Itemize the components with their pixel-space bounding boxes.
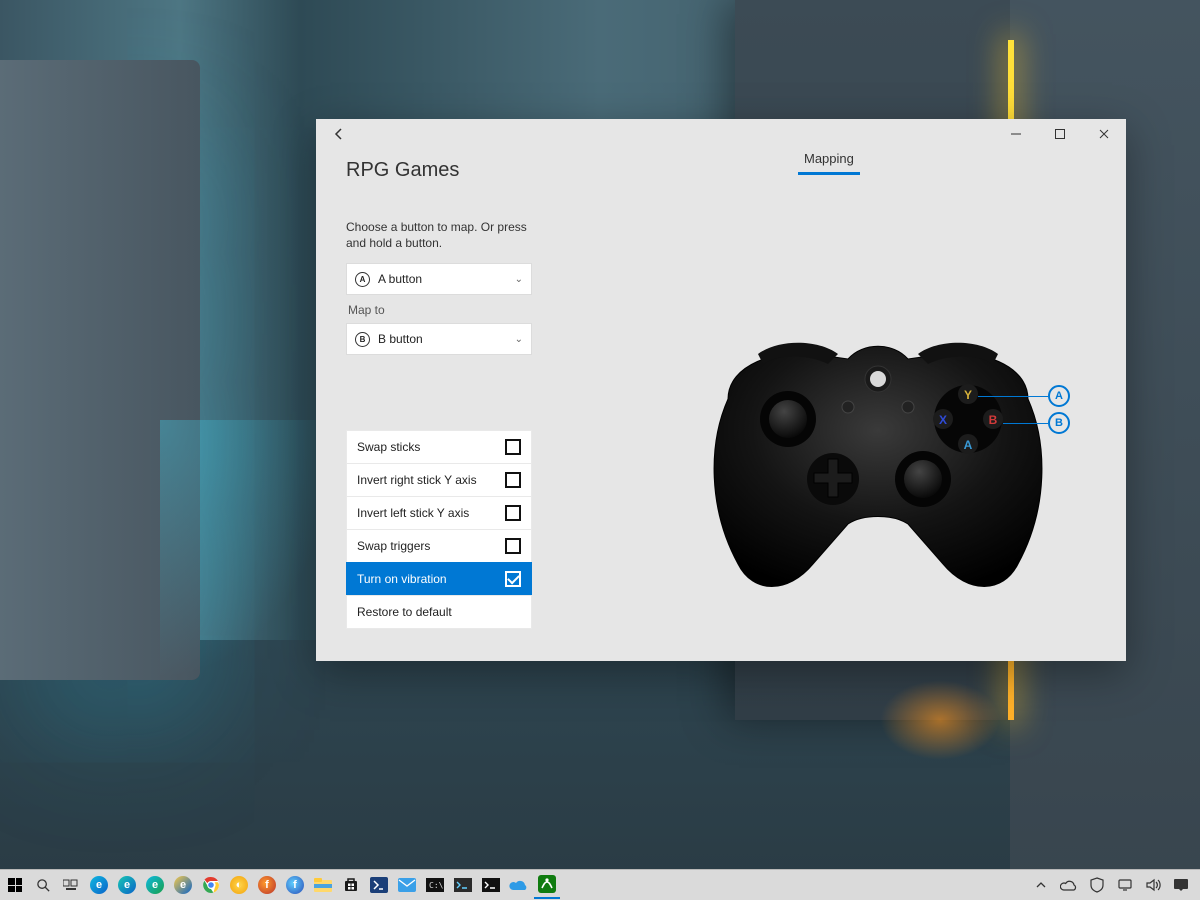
taskbar-app-edge-beta[interactable]: e <box>142 872 168 898</box>
option-swap-sticks[interactable]: Swap sticks <box>346 430 532 464</box>
tray-overflow-button[interactable] <box>1028 872 1054 898</box>
restore-label: Restore to default <box>357 605 452 619</box>
taskbar-app-terminal[interactable] <box>478 872 504 898</box>
back-button[interactable] <box>326 121 352 147</box>
xbox-accessories-window: RPG Games Mapping Choose a button to map… <box>316 119 1126 661</box>
a-glyph-icon: A <box>355 272 370 287</box>
checkbox-icon <box>505 505 521 521</box>
checkbox-icon <box>505 439 521 455</box>
taskbar-app-chrome[interactable] <box>198 872 224 898</box>
taskbar: e e e e ◐ f f C:\ <box>0 869 1200 900</box>
svg-text:X: X <box>939 413 947 427</box>
option-label: Invert left stick Y axis <box>357 506 469 520</box>
taskbar-app-edge[interactable]: e <box>86 872 112 898</box>
page-title: RPG Games <box>346 159 1108 182</box>
taskbar-app-edge-dev[interactable]: e <box>114 872 140 898</box>
svg-text:Y: Y <box>964 388 972 402</box>
tray-onedrive-icon[interactable] <box>1056 872 1082 898</box>
taskbar-app-powershell[interactable] <box>366 872 392 898</box>
controller-image: Y X B A A B <box>668 309 1088 629</box>
restore-default-button[interactable]: Restore to default <box>346 595 532 629</box>
b-glyph-icon: B <box>355 332 370 347</box>
option-invert-right-stick-y[interactable]: Invert right stick Y axis <box>346 463 532 497</box>
option-label: Swap sticks <box>357 440 420 454</box>
source-button-label: A button <box>378 272 422 286</box>
taskbar-app-store[interactable] <box>338 872 364 898</box>
option-swap-triggers[interactable]: Swap triggers <box>346 529 532 563</box>
svg-text:B: B <box>989 413 998 427</box>
svg-text:C:\: C:\ <box>429 881 444 890</box>
taskbar-app-xbox-accessories[interactable] <box>534 871 560 899</box>
map-to-label: Map to <box>348 303 532 317</box>
maximize-button[interactable] <box>1038 119 1082 149</box>
checkbox-icon <box>505 472 521 488</box>
option-label: Swap triggers <box>357 539 430 553</box>
tab-mapping[interactable]: Mapping <box>798 149 860 175</box>
tray-security-icon[interactable] <box>1084 872 1110 898</box>
option-label: Invert right stick Y axis <box>357 473 477 487</box>
taskbar-app-firefox-dev[interactable]: f <box>282 872 308 898</box>
instructions-text: Choose a button to map. Or press and hol… <box>346 219 532 251</box>
window-titlebar <box>316 119 1126 149</box>
taskbar-app-mail[interactable] <box>394 872 420 898</box>
tray-network-icon[interactable] <box>1112 872 1138 898</box>
option-turn-on-vibration[interactable]: Turn on vibration <box>346 562 532 596</box>
chevron-down-icon: ⌄ <box>515 334 523 345</box>
task-view-button[interactable] <box>58 872 84 898</box>
option-label: Turn on vibration <box>357 572 447 586</box>
taskbar-app-file-explorer[interactable] <box>310 872 336 898</box>
start-button[interactable] <box>2 872 28 898</box>
taskbar-app-onedrive[interactable] <box>506 872 532 898</box>
target-button-label: B button <box>378 332 423 346</box>
search-button[interactable] <box>30 872 56 898</box>
chevron-down-icon: ⌄ <box>515 274 523 285</box>
taskbar-app-edge-canary[interactable]: e <box>170 872 196 898</box>
taskbar-app-chrome-canary[interactable]: ◐ <box>226 872 252 898</box>
source-button-select[interactable]: A A button ⌄ <box>346 263 532 295</box>
checkbox-icon <box>505 538 521 554</box>
checkbox-checked-icon <box>505 571 521 587</box>
action-center-button[interactable] <box>1168 872 1194 898</box>
taskbar-app-cmd[interactable]: C:\ <box>422 872 448 898</box>
option-invert-left-stick-y[interactable]: Invert left stick Y axis <box>346 496 532 530</box>
target-button-select[interactable]: B B button ⌄ <box>346 323 532 355</box>
close-button[interactable] <box>1082 119 1126 149</box>
tray-volume-icon[interactable] <box>1140 872 1166 898</box>
svg-text:A: A <box>964 438 973 452</box>
taskbar-app-terminal-preview[interactable] <box>450 872 476 898</box>
taskbar-app-firefox[interactable]: f <box>254 872 280 898</box>
minimize-button[interactable] <box>994 119 1038 149</box>
